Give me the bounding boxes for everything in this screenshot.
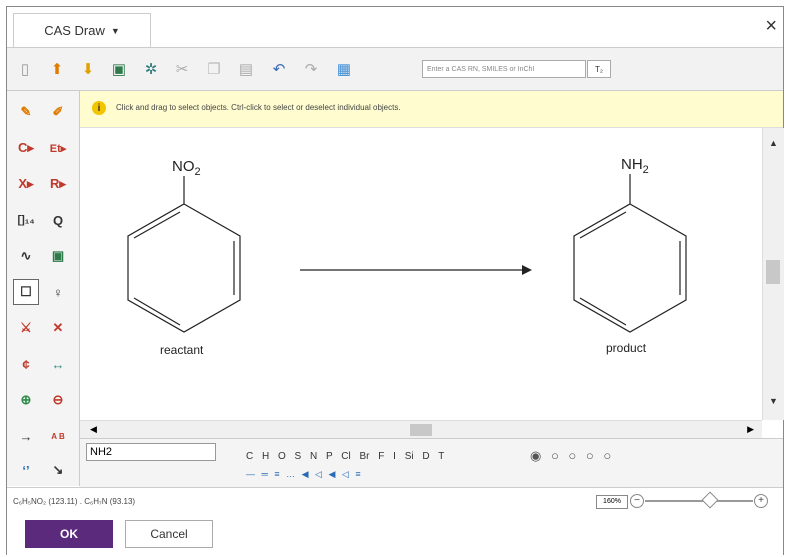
product-benzene-ring[interactable] — [573, 174, 687, 333]
ethyl-tool[interactable]: Et▸ — [45, 135, 71, 161]
chain-tool[interactable]: ∿ — [13, 243, 39, 269]
zoom-level[interactable]: 160% — [596, 495, 628, 509]
undo-icon[interactable]: ↶ — [269, 59, 289, 79]
new-icon[interactable]: ▯ — [15, 59, 35, 79]
horizontal-scroll-thumb[interactable] — [410, 424, 432, 436]
ring-shape-buttons[interactable]: ◉ ○ ○ ○ ○ — [530, 448, 614, 464]
charge-plus-tool[interactable]: ⊕ — [13, 387, 39, 413]
eraser-icon[interactable]: ✐ — [45, 99, 71, 125]
drawing-canvas[interactable]: NO2 reactant NH2 product — [80, 128, 762, 420]
reaction-arrow-tool[interactable]: → — [13, 423, 39, 449]
bracket-tool[interactable]: []₁₄ — [13, 207, 39, 233]
app-title: CAS Draw — [44, 23, 105, 38]
status-bar: C₆H₅NO₂ (123.11) . C₆H₇N (93.13) 160% − … — [7, 487, 783, 514]
zoom-slider-track[interactable] — [645, 500, 753, 502]
cut-icon[interactable]: ✂ — [172, 59, 192, 79]
bond-break-tool[interactable]: ✕ — [45, 315, 71, 341]
export-icon[interactable]: ⬇ — [78, 59, 98, 79]
vertical-scrollbar[interactable]: ▲ ▼ — [762, 128, 784, 420]
scroll-left-icon[interactable]: ◀ — [90, 424, 97, 435]
bond-type-buttons[interactable]: — ═ ≡ … ◀ ◁ ◀ ◁ ≡ — [246, 469, 363, 480]
search-input[interactable]: Enter a CAS RN, SMILES or InChI — [422, 60, 586, 78]
reactant-benzene-ring[interactable] — [127, 176, 241, 333]
copy-icon[interactable]: ❐ — [204, 59, 224, 79]
product-amine-group: NH2 — [621, 156, 649, 176]
zoom-out-icon[interactable]: − — [630, 494, 644, 508]
main-toolbar: ▯ ⬆ ⬇ ▣ ✲ ✂ ❐ ▤ ↶ ↷ ▦ Enter a CAS RN, SM… — [7, 48, 783, 91]
link-tool[interactable]: ↔ — [45, 351, 71, 377]
cas-draw-dialog: CAS Draw ▼ × ▯ ⬆ ⬇ ▣ ✲ ✂ ❐ ▤ ↶ ↷ ▦ Enter… — [6, 6, 784, 555]
rgroup-tool[interactable]: R▸ — [45, 171, 71, 197]
halogen-tool[interactable]: X▸ — [13, 171, 39, 197]
pencil-icon[interactable]: ✎ — [13, 99, 39, 125]
atom-bond-palette: NH2 C H O S N P Cl Br F I Si D T ◉ ○ ○ ○… — [80, 438, 783, 487]
vertical-scroll-thumb[interactable] — [766, 260, 780, 284]
molecular-formula: C₆H₅NO₂ (123.11) . C₆H₇N (93.13) — [13, 497, 136, 506]
paste-icon[interactable]: ▤ — [236, 59, 256, 79]
search-button[interactable]: T₂ — [587, 60, 611, 78]
reactant-nitro-group: NO2 — [172, 158, 201, 178]
app-menu-tab[interactable]: CAS Draw ▼ — [13, 13, 151, 47]
polymer-tool[interactable]: ‘’ — [13, 457, 39, 483]
element-buttons[interactable]: C H O S N P Cl Br F I Si D T — [246, 451, 444, 462]
stereo-tool[interactable]: ¢ — [13, 351, 39, 377]
horizontal-scrollbar[interactable]: ◀ ▶ — [80, 420, 762, 439]
caret-down-icon: ▼ — [110, 25, 120, 36]
reaction-arrow[interactable] — [300, 265, 532, 275]
title-bar: CAS Draw ▼ × — [7, 7, 783, 48]
hint-text: Click and drag to select objects. Ctrl-c… — [116, 103, 401, 112]
ring-tool[interactable]: ▣ — [45, 243, 71, 269]
dialog-footer: OK Cancel — [7, 514, 783, 555]
template-icon[interactable]: ▣ — [109, 59, 129, 79]
import-icon[interactable]: ⬆ — [47, 59, 67, 79]
info-icon: i — [92, 101, 106, 115]
pointer-tool[interactable]: ↘ — [45, 457, 71, 483]
cancel-button[interactable]: Cancel — [125, 520, 213, 548]
reaction-drawing: NO2 reactant NH2 product — [127, 156, 687, 357]
left-tool-palette: ✎ ✐ C▸ Et▸ X▸ R▸ []₁₄ Q ∿ ▣ ☐ ♀ ⚔ ✕ ¢ ↔ … — [7, 91, 80, 486]
atom-map-tool[interactable]: ⚔ — [13, 315, 39, 341]
ok-button[interactable]: OK — [25, 520, 113, 548]
atom-symbol-input[interactable]: NH2 — [86, 443, 216, 461]
close-icon[interactable]: × — [765, 16, 777, 36]
product-label: product — [606, 341, 647, 355]
redo-icon[interactable]: ↷ — [301, 59, 321, 79]
settings-icon[interactable]: ✲ — [141, 59, 161, 79]
charge-minus-tool[interactable]: ⊖ — [45, 387, 71, 413]
scroll-right-icon[interactable]: ▶ — [747, 424, 754, 435]
query-tool[interactable]: Q — [45, 207, 71, 233]
reactant-label: reactant — [160, 343, 204, 357]
lasso-tool[interactable]: ♀ — [45, 279, 71, 305]
hint-bar: i Click and drag to select objects. Ctrl… — [80, 91, 783, 128]
select-tool[interactable]: ☐ — [13, 279, 39, 305]
carbon-atom-tool[interactable]: C▸ — [13, 135, 39, 161]
text-tool[interactable]: A B — [45, 423, 71, 449]
scroll-down-icon[interactable]: ▼ — [769, 396, 778, 406]
zoom-in-icon[interactable]: + — [754, 494, 768, 508]
zoom-slider-knob[interactable] — [701, 491, 719, 509]
scroll-up-icon[interactable]: ▲ — [769, 138, 778, 148]
table-icon[interactable]: ▦ — [334, 59, 354, 79]
